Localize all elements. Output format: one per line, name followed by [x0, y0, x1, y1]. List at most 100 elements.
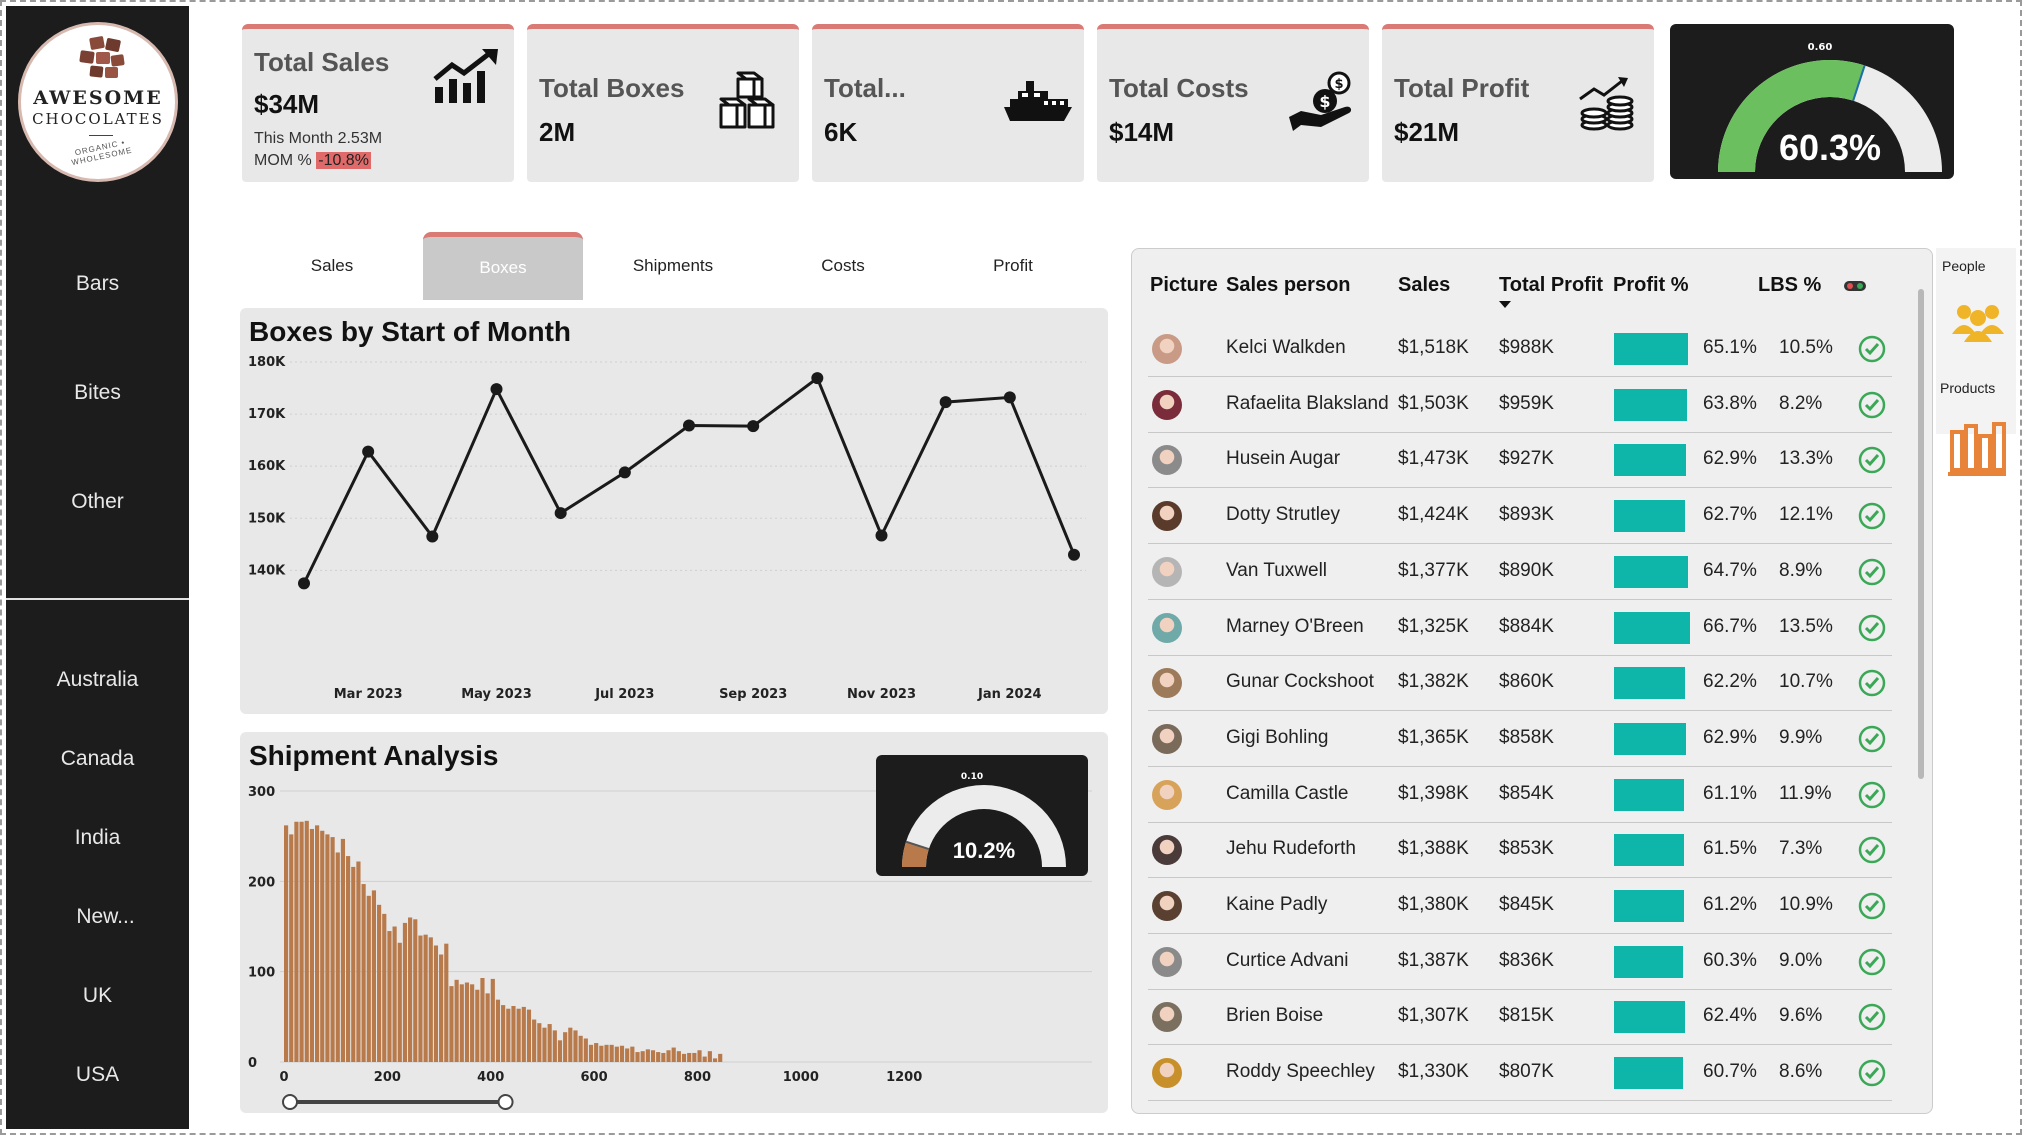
histogram-bar — [625, 1048, 630, 1062]
table-row[interactable]: Gunar Cockshoot $1,382K $860K 62.2% 10.7% — [1148, 655, 1892, 712]
total-profit-value: $836K — [1499, 949, 1554, 971]
data-point — [362, 445, 375, 458]
check-circle-icon — [1858, 1004, 1886, 1031]
table-row[interactable]: Jehu Rudeforth $1,388K $853K 61.5% 7.3% — [1148, 822, 1892, 879]
table-row[interactable]: Dotty Strutley $1,424K $893K 62.7% 12.1% — [1148, 488, 1892, 545]
sales-person-name: Van Tuxwell — [1226, 559, 1328, 581]
x-tick-label: Nov 2023 — [847, 687, 916, 702]
profit-pct-bar — [1614, 834, 1685, 867]
table-row[interactable]: Brien Boise $1,307K $815K 62.4% 9.6% — [1148, 989, 1892, 1046]
histogram-bar — [377, 904, 382, 1062]
y-tick-label: 160K — [248, 459, 286, 474]
ship-icon — [1004, 81, 1072, 121]
histogram-bar — [392, 926, 397, 1062]
sales-person-name: Jehu Rudeforth — [1226, 838, 1356, 860]
nav-item-new-zealand[interactable]: New... — [14, 905, 197, 929]
sales-person-name: Camilla Castle — [1226, 782, 1349, 804]
nav-item-usa[interactable]: USA — [6, 1063, 189, 1087]
profit-pct-bar — [1614, 778, 1684, 811]
people-icon[interactable] — [1950, 302, 2006, 342]
histogram-bar — [335, 852, 340, 1062]
table-row[interactable]: Camilla Castle $1,398K $854K 61.1% 11.9% — [1148, 767, 1892, 823]
kpi-card-total-profit[interactable]: Total Profit $21M — [1382, 24, 1654, 182]
table-row[interactable]: Rafaelita Blaksland $1,503K $959K 63.8% 8.2% — [1148, 377, 1892, 433]
y-tick-label: 170K — [248, 407, 286, 422]
kpi-card-total-boxes[interactable]: Total Boxes 2M — [527, 24, 799, 182]
nav-item-bites[interactable]: Bites — [6, 381, 189, 405]
table-row[interactable]: Roddy Speechley $1,330K $807K 60.7% 8.6% — [1148, 1045, 1892, 1102]
sidebar: AWESOME CHOCOLATES ORGANIC • WHOLESOME B… — [6, 6, 189, 1129]
avatar — [1152, 668, 1182, 699]
table-row[interactable]: Curtice Advani $1,387K $836K 60.3% 9.0% — [1148, 934, 1892, 990]
histogram-bar — [614, 1046, 619, 1062]
range-slider-handle-max[interactable] — [497, 1094, 514, 1110]
col-header-picture[interactable]: Picture — [1150, 274, 1218, 297]
col-header-profit-pct[interactable]: Profit % — [1613, 274, 1689, 297]
kpi-card-total-sales[interactable]: Total Sales $34M This Month 2.53M MOM % … — [242, 24, 514, 182]
histogram-bar — [418, 935, 423, 1062]
profit-pct-bar — [1614, 333, 1689, 365]
col-header-sales-person[interactable]: Sales person — [1226, 274, 1351, 297]
avatar — [1152, 1002, 1182, 1033]
nav-item-india[interactable]: India — [6, 826, 189, 850]
tab-sales[interactable]: Sales — [252, 232, 412, 300]
table-row[interactable]: Marney O'Breen $1,325K $884K 66.7% 13.5% — [1148, 600, 1892, 656]
range-slider-handle-min[interactable] — [282, 1094, 298, 1110]
nav-item-canada[interactable]: Canada — [6, 747, 189, 771]
kpi-value: 6K — [824, 117, 858, 147]
y-tick-label: 100 — [248, 966, 275, 981]
sales-value: $1,382K — [1398, 671, 1469, 693]
histogram-bar — [707, 1051, 712, 1062]
histogram-bar — [563, 1032, 568, 1062]
nav-item-uk[interactable]: UK — [6, 984, 189, 1008]
boxes-chart-panel: Boxes by Start of Month 140K 150K 160K 170K… — [240, 308, 1108, 714]
profit-pct-value: 64.7% — [1703, 559, 1757, 581]
table-row[interactable]: Kaine Padly $1,380K $845K 61.2% 10.9% — [1148, 878, 1892, 934]
avatar — [1152, 556, 1182, 587]
check-circle-icon — [1858, 558, 1886, 586]
products-icon[interactable] — [1948, 422, 2006, 478]
kpi-card-total-shipments[interactable]: Total... 6K — [812, 24, 1084, 182]
nav-item-bars[interactable]: Bars — [6, 272, 189, 296]
x-tick-label: May 2023 — [461, 687, 532, 702]
sales-value: $1,365K — [1398, 726, 1469, 748]
tab-costs[interactable]: Costs — [763, 232, 923, 300]
tab-profit[interactable]: Profit — [933, 232, 1093, 300]
nav-item-australia[interactable]: Australia — [6, 668, 189, 692]
col-header-lbs-pct[interactable]: LBS % — [1758, 274, 1821, 297]
table-row[interactable]: Gigi Bohling $1,365K $858K 62.9% 9.9% — [1148, 711, 1892, 767]
brand-logo: AWESOME CHOCOLATES ORGANIC • WHOLESOME — [18, 22, 178, 182]
check-circle-icon — [1858, 447, 1886, 474]
table-row[interactable]: Husein Augar $1,473K $927K 62.9% 13.3% — [1148, 432, 1892, 489]
histogram-bar — [635, 1052, 640, 1062]
sales-value: $1,387K — [1398, 949, 1469, 971]
profit-pct-bar — [1614, 1001, 1686, 1034]
histogram-bar — [630, 1046, 635, 1062]
check-circle-icon — [1858, 892, 1886, 920]
tab-boxes[interactable]: Boxes — [423, 232, 583, 300]
col-header-total-profit[interactable]: Total Profit — [1499, 274, 1603, 297]
trend-up-icon — [433, 49, 498, 103]
histogram-bar — [526, 1009, 532, 1062]
kpi-card-total-costs[interactable]: Total Costs $14M $ $ — [1097, 24, 1369, 182]
nav-item-other[interactable]: Other — [6, 490, 189, 514]
col-header-sales[interactable]: Sales — [1398, 274, 1450, 297]
avatar — [1152, 779, 1182, 810]
tab-shipments[interactable]: Shipments — [593, 232, 753, 300]
x-tick-label: 800 — [684, 1070, 711, 1085]
sales-person-name: Roddy Speechley — [1226, 1061, 1375, 1083]
data-point — [747, 420, 760, 433]
histogram-bar — [475, 989, 480, 1062]
sales-person-table: Picture Sales person Sales Total Profit … — [1131, 248, 1933, 1114]
chocolate-icon — [79, 36, 125, 78]
profit-pct-value: 60.3% — [1703, 949, 1757, 971]
boxes-line-chart: 140K 150K 160K 170K 180K Mar 2023 May 2023 Jul … — [248, 355, 1086, 702]
histogram-bar — [702, 1056, 707, 1062]
sales-person-name: Gigi Bohling — [1226, 726, 1329, 748]
sales-value: $1,518K — [1398, 337, 1469, 358]
table-row[interactable]: Van Tuxwell $1,377K $890K 64.7% 8.9% — [1148, 544, 1892, 600]
histogram-bar — [490, 978, 495, 1062]
table-row[interactable]: Kelci Walkden $1,518K $988K 65.1% 10.5% — [1148, 321, 1892, 377]
table-scrollbar[interactable] — [1918, 289, 1924, 779]
kpi-value: $34M — [254, 89, 320, 119]
